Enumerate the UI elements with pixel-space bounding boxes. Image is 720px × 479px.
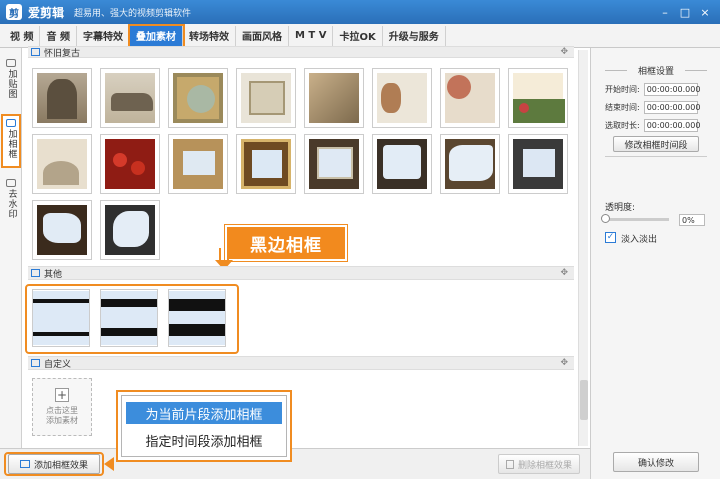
trash-icon xyxy=(505,459,514,469)
start-time-row: 开始时间: 00:00:00.000 xyxy=(605,82,715,96)
opacity-label: 透明度: xyxy=(605,203,636,213)
end-time-field[interactable]: 00:00:00.000 xyxy=(643,100,700,114)
delete-frame-effect-button[interactable]: 删除相框效果 xyxy=(498,454,580,474)
tab-video[interactable]: 视 频 xyxy=(4,25,41,46)
panel-title: 相框设置 xyxy=(591,64,720,77)
maximize-button[interactable]: □ xyxy=(676,4,694,20)
move-icon: ✥ xyxy=(560,47,568,57)
start-time-field[interactable]: 00:00:00.000 xyxy=(643,82,700,96)
watermark-icon xyxy=(6,179,16,187)
opacity-slider-knob[interactable] xyxy=(601,214,610,223)
add-custom-line2: 添加素材 xyxy=(46,416,78,425)
section-title: 自定义 xyxy=(44,359,72,370)
image-icon xyxy=(31,269,40,277)
frame-thumbnail[interactable] xyxy=(372,134,432,194)
frame-thumbnail[interactable] xyxy=(100,200,160,260)
frame-icon xyxy=(6,119,16,127)
frame-thumbnail[interactable] xyxy=(100,134,160,194)
highlight-box-add-button xyxy=(4,452,104,476)
duration-row: 选取时长: 00:00:00.000 xyxy=(605,118,715,132)
minimize-button[interactable]: – xyxy=(656,4,674,20)
side-tab-label: 加相框 xyxy=(6,129,17,159)
tab-transition-effects[interactable]: 转场特效 xyxy=(183,25,236,46)
frame-thumbnail[interactable] xyxy=(100,68,160,128)
app-name: 爱剪辑 xyxy=(28,5,65,20)
modify-frame-time-button[interactable]: 修改相框时间段 xyxy=(613,136,699,152)
fade-label: 淡入淡出 xyxy=(621,235,658,245)
tab-karaoke[interactable]: 卡拉OK xyxy=(333,25,383,46)
frame-thumbnail[interactable] xyxy=(236,134,296,194)
tab-upgrade-service[interactable]: 升级与服务 xyxy=(383,25,446,46)
arrow-down-icon xyxy=(215,248,233,270)
menu-item-add-to-time-range[interactable]: 指定时间段添加相框 xyxy=(126,429,282,451)
sticker-icon xyxy=(6,59,16,67)
move-icon: ✥ xyxy=(560,268,568,278)
tab-mtv[interactable]: M T V xyxy=(289,25,334,46)
side-tab-label: 加贴图 xyxy=(6,69,17,99)
tab-overlay-materials[interactable]: 叠加素材 xyxy=(127,23,185,48)
plus-icon: + xyxy=(55,388,69,402)
side-tab-label: 去水印 xyxy=(6,189,17,219)
app-slogan: 超易用、强大的视频剪辑软件 xyxy=(74,8,192,19)
start-time-label: 开始时间: xyxy=(605,84,640,94)
confirm-modify-button[interactable]: 确认修改 xyxy=(613,452,699,472)
frame-thumbnail[interactable] xyxy=(236,68,296,128)
frame-thumbnail[interactable] xyxy=(32,68,92,128)
move-icon: ✥ xyxy=(560,358,568,368)
section-title: 怀旧复古 xyxy=(44,48,81,59)
section-header-other: 其他 ✥ xyxy=(28,266,574,280)
highlight-box-other-frames xyxy=(25,284,239,354)
frame-thumbnail[interactable] xyxy=(508,134,568,194)
image-icon xyxy=(31,48,40,56)
side-tab-add-sticker[interactable]: 加贴图 xyxy=(1,56,21,104)
fade-checkbox[interactable]: ✓ xyxy=(605,232,616,243)
duration-label: 选取时长: xyxy=(605,120,640,130)
close-button[interactable]: × xyxy=(696,4,714,20)
side-tab-add-frame[interactable]: 加相框 xyxy=(1,114,21,168)
frame-thumbnail[interactable] xyxy=(440,68,500,128)
frame-thumbnail[interactable] xyxy=(32,200,92,260)
add-custom-line1: 点击这里 xyxy=(46,406,78,415)
frame-thumbnail[interactable] xyxy=(440,134,500,194)
title-bar: 剪 爱剪辑 超易用、强大的视频剪辑软件 – □ × xyxy=(0,0,720,24)
frame-thumbnail[interactable] xyxy=(508,68,568,128)
vertical-scrollbar[interactable] xyxy=(578,50,588,446)
black-frame-callout: 黑边相框 xyxy=(224,224,348,262)
opacity-slider[interactable] xyxy=(601,214,669,223)
duration-field[interactable]: 00:00:00.000 xyxy=(643,118,700,132)
end-time-label: 结束时间: xyxy=(605,102,640,112)
add-custom-material-button[interactable]: + 点击这里 添加素材 xyxy=(32,378,92,436)
left-side-tabs: 加贴图 加相框 去水印 xyxy=(0,48,22,448)
image-icon xyxy=(31,359,40,367)
frame-thumbnail[interactable] xyxy=(372,68,432,128)
section-title: 其他 xyxy=(44,269,63,280)
section-header-vintage: 怀旧复古 ✥ xyxy=(28,46,574,59)
opacity-value-field[interactable]: 0% xyxy=(679,214,705,226)
frame-thumbnail[interactable] xyxy=(168,134,228,194)
main-tab-bar: 视 频 音 频 字幕特效 叠加素材 转场特效 画面风格 M T V 卡拉OK 升… xyxy=(0,23,720,48)
side-tab-remove-watermark[interactable]: 去水印 xyxy=(1,176,21,226)
section-header-custom: 自定义 ✥ xyxy=(28,356,574,370)
frame-thumbnail[interactable] xyxy=(304,68,364,128)
delete-frame-effect-label: 删除相框效果 xyxy=(517,460,572,471)
tab-subtitle-effects[interactable]: 字幕特效 xyxy=(77,25,130,46)
frame-thumbnail[interactable] xyxy=(304,134,364,194)
scrollbar-thumb[interactable] xyxy=(580,380,588,420)
add-frame-context-menu: 为当前片段添加相框 指定时间段添加相框 xyxy=(121,395,287,457)
arrow-left-icon xyxy=(104,457,114,471)
frame-settings-panel: 相框设置 开始时间: 00:00:00.000 结束时间: 00:00:00.0… xyxy=(590,48,720,479)
end-time-row: 结束时间: 00:00:00.000 xyxy=(605,100,715,114)
frame-thumbnail[interactable] xyxy=(168,68,228,128)
menu-item-add-to-current-clip[interactable]: 为当前片段添加相框 xyxy=(126,402,282,424)
frame-thumbnail[interactable] xyxy=(32,134,92,194)
app-logo-icon: 剪 xyxy=(6,4,22,20)
tab-picture-style[interactable]: 画面风格 xyxy=(236,25,289,46)
tab-audio[interactable]: 音 频 xyxy=(40,25,77,46)
divider xyxy=(605,156,707,157)
